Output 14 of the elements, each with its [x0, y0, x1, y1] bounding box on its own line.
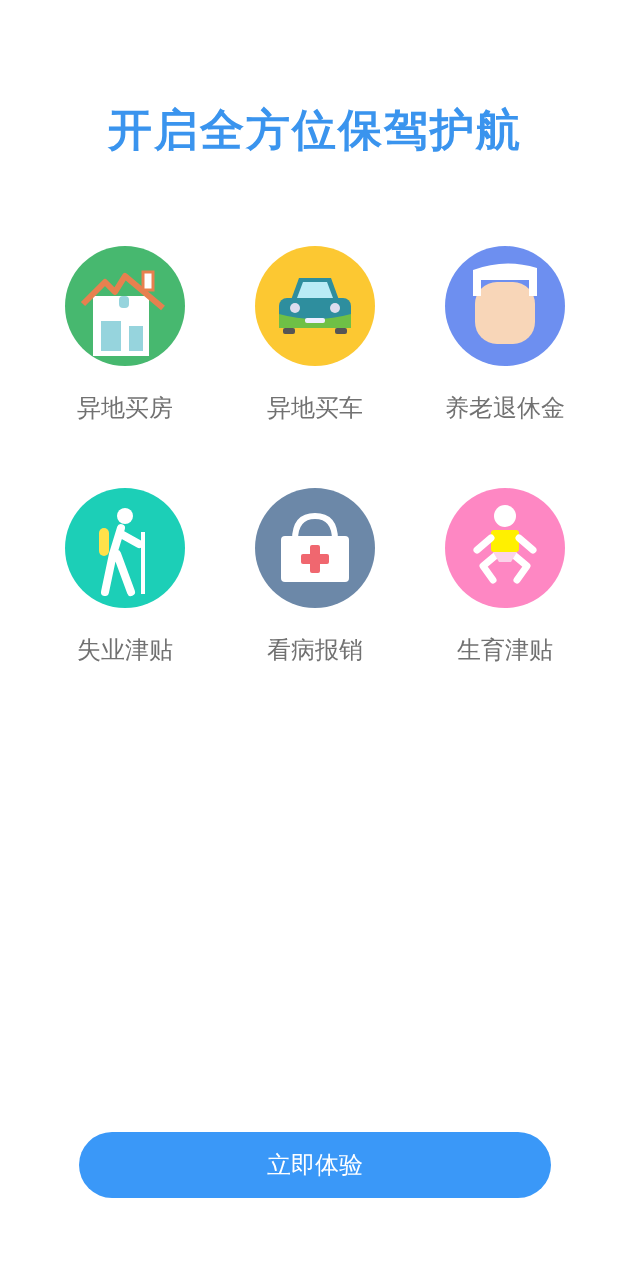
elder-figure-icon[interactable] [445, 246, 565, 366]
try-now-button[interactable]: 立即体验 [79, 1132, 551, 1198]
house-icon[interactable] [65, 246, 185, 366]
feature-label: 养老退休金 [445, 393, 565, 424]
feature-label: 失业津贴 [77, 635, 173, 666]
feature-label: 异地买车 [267, 393, 363, 424]
baby-icon[interactable] [445, 488, 565, 608]
page-title: 开启全方位保驾护航 [108, 103, 522, 157]
feature-label: 看病报销 [267, 635, 363, 666]
feature-label: 生育津贴 [457, 635, 553, 666]
feature-label: 异地买房 [77, 393, 173, 424]
medical-kit-icon[interactable] [255, 488, 375, 608]
car-icon[interactable] [255, 246, 375, 366]
hiker-icon[interactable] [65, 488, 185, 608]
